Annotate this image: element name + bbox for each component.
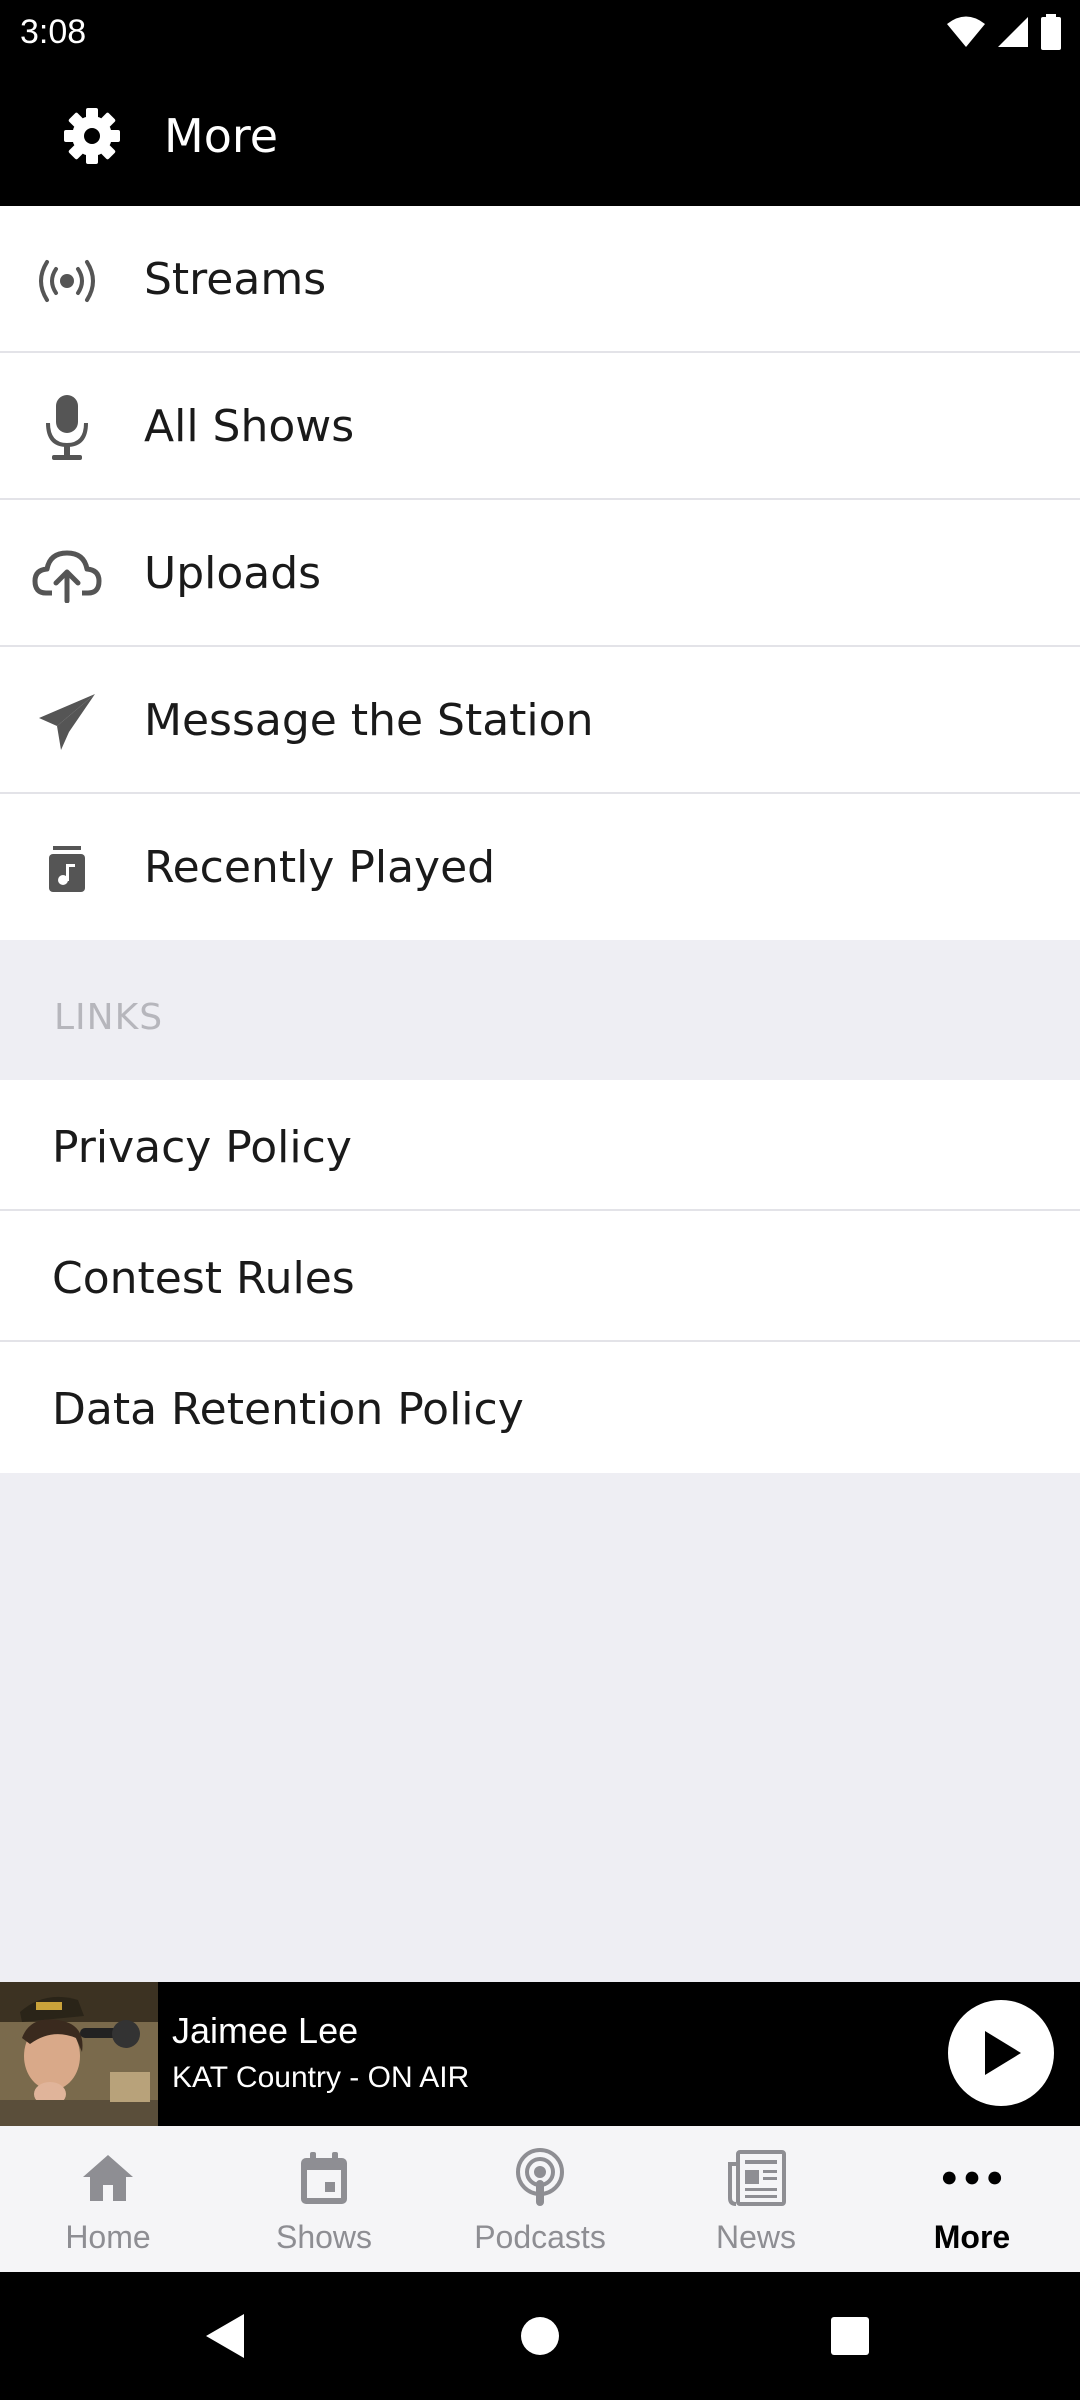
music-note-icon (32, 834, 102, 904)
link-privacy-policy[interactable]: Privacy Policy (0, 1080, 1080, 1211)
signal-icon (998, 17, 1028, 47)
now-playing-bar[interactable]: Jaimee Lee KAT Country - ON AIR (0, 1982, 1080, 2126)
back-button[interactable] (196, 2306, 256, 2366)
menu-item-label: Uploads (144, 548, 322, 599)
more-dots-icon (942, 2148, 1002, 2208)
home-icon (78, 2148, 138, 2208)
menu-item-recently-played[interactable]: Recently Played (0, 794, 1080, 941)
paper-plane-icon (32, 687, 102, 757)
tab-podcasts[interactable]: Podcasts (432, 2126, 648, 2272)
tab-more[interactable]: More (864, 2126, 1080, 2272)
microphone-icon (32, 393, 102, 463)
status-time: 3:08 (20, 13, 87, 51)
links-section-header: LINKS (0, 940, 1080, 1080)
newspaper-icon (726, 2148, 786, 2208)
link-label: Contest Rules (52, 1253, 355, 1304)
tab-label: More (933, 2219, 1011, 2255)
home-button[interactable] (510, 2306, 570, 2366)
tab-label: Podcasts (474, 2219, 606, 2255)
now-playing-subtitle: KAT Country - ON AIR (172, 2061, 470, 2094)
menu-item-all-shows[interactable]: All Shows (0, 353, 1080, 500)
tab-shows[interactable]: Shows (216, 2126, 432, 2272)
system-navigation-bar (0, 2272, 1080, 2400)
play-icon (985, 2031, 1021, 2075)
links-header-label: LINKS (54, 997, 164, 1038)
app-bar: More (0, 64, 1080, 206)
menu-item-label: Recently Played (144, 842, 496, 893)
podcast-icon (510, 2148, 570, 2208)
home-circle-icon (521, 2317, 559, 2355)
link-label: Data Retention Policy (52, 1384, 524, 1435)
tab-home[interactable]: Home (0, 2126, 216, 2272)
link-contest-rules[interactable]: Contest Rules (0, 1211, 1080, 1342)
menu-item-uploads[interactable]: Uploads (0, 500, 1080, 647)
tab-label: Home (65, 2219, 151, 2255)
menu-item-label: Streams (144, 254, 327, 305)
wifi-icon (947, 16, 985, 47)
link-data-retention-policy[interactable]: Data Retention Policy (0, 1342, 1080, 1473)
recents-button[interactable] (820, 2306, 880, 2366)
back-triangle-icon (206, 2314, 244, 2358)
menu-item-label: Message the Station (144, 695, 594, 746)
bottom-tab-bar: Home Shows Podcasts News More (0, 2126, 1080, 2272)
status-icons (946, 12, 1062, 52)
calendar-icon (294, 2148, 354, 2208)
link-label: Privacy Policy (52, 1122, 352, 1173)
host-photo (0, 1982, 158, 2126)
gear-icon (64, 108, 120, 164)
tab-news[interactable]: News (648, 2126, 864, 2272)
status-bar: 3:08 (0, 0, 1080, 64)
broadcast-icon (32, 246, 102, 316)
page-title: More (164, 109, 279, 163)
menu-item-streams[interactable]: Streams (0, 206, 1080, 353)
play-button[interactable] (948, 2000, 1054, 2106)
menu-item-label: All Shows (144, 401, 355, 452)
battery-icon (1041, 14, 1061, 50)
tab-label: News (715, 2219, 796, 2255)
now-playing-title: Jaimee Lee (172, 2010, 359, 2051)
cloud-upload-icon (32, 540, 102, 610)
links-list: Privacy Policy Contest Rules Data Retent… (0, 1080, 1080, 1473)
tab-label: Shows (275, 2219, 373, 2255)
menu-list: Streams All Shows Uploads Message the St… (0, 206, 1080, 941)
menu-item-message-station[interactable]: Message the Station (0, 647, 1080, 794)
recents-square-icon (831, 2317, 869, 2355)
